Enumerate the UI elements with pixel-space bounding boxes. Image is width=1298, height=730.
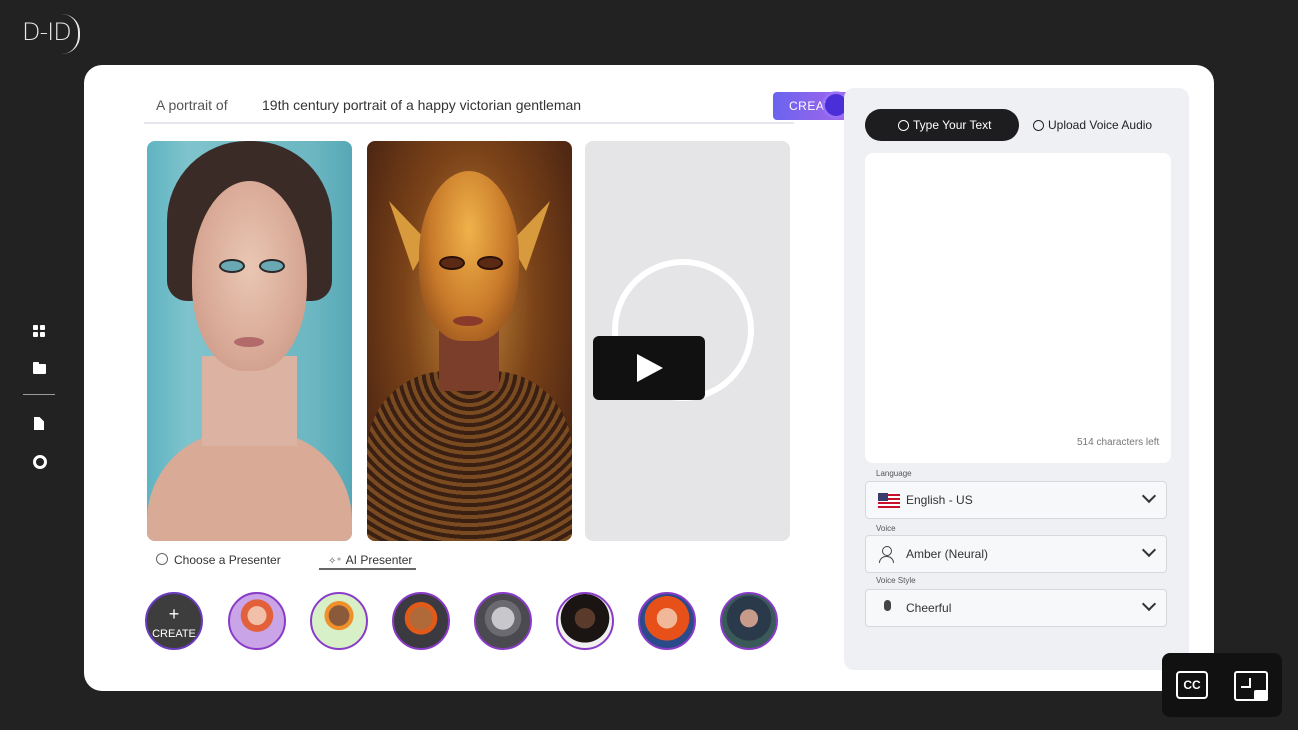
generated-portrait-golden-alien[interactable] bbox=[367, 141, 572, 541]
avatar-option[interactable] bbox=[310, 592, 368, 650]
avatar-option[interactable] bbox=[392, 592, 450, 650]
sidebar-nav bbox=[23, 320, 55, 487]
prompt-bar: A portrait of 19th century portrait of a… bbox=[144, 92, 853, 124]
video-play-button[interactable] bbox=[593, 336, 705, 400]
language-label: Language bbox=[876, 469, 912, 478]
video-controls: CC bbox=[1162, 653, 1282, 717]
voice-select[interactable]: Amber (Neural) bbox=[865, 535, 1167, 573]
avatar-option[interactable] bbox=[556, 592, 614, 650]
voice-style-label: Voice Style bbox=[876, 576, 916, 585]
microphone-icon bbox=[884, 600, 891, 611]
prompt-label: A portrait of bbox=[156, 97, 228, 113]
avatar-option[interactable] bbox=[474, 592, 532, 650]
language-select[interactable]: English - US bbox=[865, 481, 1167, 519]
active-tab-indicator bbox=[319, 568, 416, 570]
create-button[interactable]: CREATE bbox=[773, 92, 853, 120]
tab-upload-voice-audio[interactable]: Upload Voice Audio bbox=[1029, 109, 1159, 141]
chevron-down-icon bbox=[1141, 488, 1157, 504]
help-ring-icon[interactable] bbox=[28, 450, 50, 472]
closed-captions-button[interactable]: CC bbox=[1176, 671, 1208, 699]
sidebar-divider bbox=[23, 394, 55, 395]
create-avatar-button[interactable]: + CREATE bbox=[145, 592, 203, 650]
voice-label: Voice bbox=[876, 524, 896, 533]
avatar-option[interactable] bbox=[228, 592, 286, 650]
create-avatar-label: CREATE bbox=[152, 628, 196, 640]
did-logo: D-ID bbox=[22, 14, 80, 54]
grid-icon[interactable] bbox=[28, 320, 50, 342]
folder-icon[interactable] bbox=[28, 357, 50, 379]
document-icon[interactable] bbox=[28, 413, 50, 435]
plus-icon: + bbox=[168, 604, 180, 624]
characters-left-counter: 514 characters left bbox=[1077, 437, 1160, 448]
prompt-input[interactable]: 19th century portrait of a happy victori… bbox=[262, 97, 581, 113]
tab-type-your-text[interactable]: Type Your Text bbox=[865, 109, 1019, 141]
picture-in-picture-icon[interactable] bbox=[1234, 671, 1268, 701]
sparkle-icon: ✧⁺ bbox=[328, 556, 342, 567]
user-icon bbox=[156, 553, 168, 565]
voice-style-select[interactable]: Cheerful bbox=[865, 589, 1167, 627]
voice-panel: Type Your Text Upload Voice Audio 514 ch… bbox=[844, 88, 1189, 670]
chevron-down-icon bbox=[1141, 596, 1157, 612]
generated-portrait-woman[interactable] bbox=[147, 141, 352, 541]
upload-icon bbox=[1033, 120, 1044, 131]
chat-icon bbox=[898, 120, 909, 131]
avatar-option[interactable] bbox=[720, 592, 778, 650]
us-flag-icon bbox=[878, 493, 900, 508]
chevron-down-icon bbox=[1141, 542, 1157, 558]
tab-choose-presenter[interactable]: Choose a Presenter bbox=[156, 553, 281, 567]
tab-ai-presenter[interactable]: ✧⁺ AI Presenter bbox=[328, 553, 412, 567]
person-icon bbox=[879, 546, 894, 563]
avatar-option[interactable] bbox=[638, 592, 696, 650]
script-text-input[interactable] bbox=[865, 153, 1171, 463]
